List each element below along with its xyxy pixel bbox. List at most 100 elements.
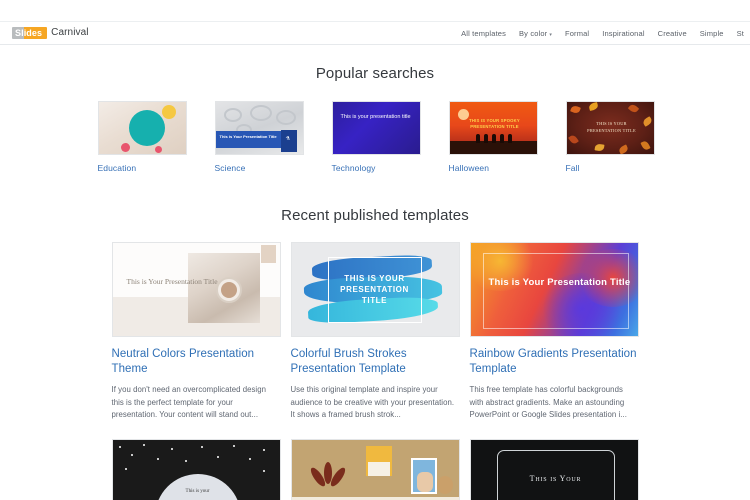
- logo-mark-text: Slides: [15, 28, 43, 38]
- nav-item-creative[interactable]: Creative: [658, 29, 687, 38]
- confetti-speck: [262, 448, 265, 451]
- figure-silhouette: [499, 134, 504, 143]
- popular-label-technology[interactable]: Technology: [332, 163, 421, 173]
- confetti-speck: [216, 455, 219, 458]
- confetti-speck: [130, 453, 133, 456]
- nav-item-all-templates[interactable]: All templates: [461, 29, 506, 38]
- thumbnail-caption: THIS IS YOUR PRESENTATION TITLE: [587, 121, 636, 133]
- science-accent-square: ⚗: [280, 130, 297, 152]
- science-title-band: This is Your Presentation Title: [215, 131, 282, 148]
- template-title-colorful-brush-strokes[interactable]: Colorful Brush Strokes Presentation Temp…: [291, 347, 460, 377]
- page-content: Popular searches This is your presentati…: [0, 45, 750, 500]
- decor-blob: [223, 108, 242, 122]
- template-description-colorful-brush-strokes: Use this original template and inspire y…: [290, 385, 455, 419]
- popular-card-halloween[interactable]: THIS IS YOUR SPOOKY PRESENTATION TITLE H…: [448, 101, 538, 173]
- thumbnail-caption: This is Your: [529, 473, 582, 483]
- thumbnail-caption: This is Your Presentation Title: [488, 277, 631, 288]
- logo-wordmark: Carnival: [51, 27, 89, 38]
- decor-circle-red: [120, 143, 130, 152]
- template-card-rainbow-gradients[interactable]: This is Your Presentation Title Rainbow …: [469, 242, 639, 422]
- nav-item-inspirational[interactable]: Inspirational: [602, 29, 644, 38]
- figure-silhouette: [491, 134, 496, 143]
- hand-illustration: [416, 471, 433, 492]
- top-blank-strip: [0, 0, 750, 21]
- confetti-speck: [262, 469, 265, 472]
- main-navigation: All templates By color ▾ Formal Inspirati…: [461, 29, 744, 38]
- popular-card-fall[interactable]: THIS IS YOUR PRESENTATION TITLE Fall: [565, 101, 655, 173]
- popular-card-education[interactable]: This is your presentation title Educatio…: [97, 101, 187, 173]
- popular-label-halloween[interactable]: Halloween: [449, 163, 538, 173]
- template-thumbnail-desk-partial[interactable]: Presentation: [290, 438, 460, 500]
- decor-blob: [249, 105, 272, 121]
- site-header: Slides Carnival All templates By color ▾ …: [0, 21, 750, 45]
- confetti-speck: [142, 443, 145, 446]
- thumbnail-caption: This is your presentation title: [135, 119, 160, 128]
- figure-silhouette: [507, 134, 512, 143]
- plant-icon: [307, 461, 348, 492]
- template-card-colorful-brush-strokes[interactable]: THIS IS YOUR PRESENTATION TITLE Colorful…: [290, 242, 460, 422]
- confetti-speck: [124, 467, 127, 470]
- leaf-icon: [639, 139, 651, 152]
- template-card-neutral-colors[interactable]: This is Your Presentation Title Neutral …: [111, 242, 281, 422]
- confetti-speck: [248, 457, 251, 460]
- popular-thumbnail-science[interactable]: This is Your Presentation Title ⚗: [214, 101, 304, 155]
- popular-thumbnail-halloween[interactable]: THIS IS YOUR SPOOKY PRESENTATION TITLE: [448, 101, 538, 155]
- popular-label-fall[interactable]: Fall: [566, 163, 655, 173]
- leaf-icon: [617, 144, 629, 154]
- figure-silhouette: [475, 134, 480, 143]
- template-thumbnail-colorful-brush-strokes[interactable]: THIS IS YOUR PRESENTATION TITLE: [290, 242, 460, 337]
- thumbnail-caption: This is Your Presentation Title: [219, 134, 277, 139]
- thumbnail-caption: This is your: [185, 488, 210, 494]
- coffee-liquid: [220, 282, 237, 298]
- confetti-speck: [200, 445, 203, 448]
- recent-templates-heading: Recent published templates: [281, 207, 469, 224]
- thumbnail-caption: This is Your Presentation Title: [126, 277, 218, 286]
- confetti-speck: [156, 457, 159, 460]
- note-paper: [367, 461, 390, 476]
- nav-item-by-color[interactable]: By color ▾: [519, 29, 552, 38]
- template-thumbnail-rainbow-gradients[interactable]: This is Your Presentation Title: [469, 242, 639, 337]
- template-thumbnail-neutral-colors[interactable]: This is Your Presentation Title: [111, 242, 281, 337]
- popular-label-education[interactable]: Education: [98, 163, 187, 173]
- confetti-speck: [170, 447, 173, 450]
- thumbnail-frame: [482, 253, 629, 329]
- leaf-icon: [569, 104, 581, 115]
- pinecone-icon: [436, 475, 453, 494]
- figure-silhouette: [483, 134, 488, 143]
- template-thumbnail-chalkboard-partial[interactable]: This is Your: [469, 438, 639, 500]
- confetti-speck: [184, 459, 187, 462]
- nav-item-by-color-label: By color: [519, 28, 548, 38]
- confetti-speck: [118, 445, 121, 448]
- leaf-icon: [567, 133, 579, 146]
- template-thumbnail-confetti-partial[interactable]: This is your: [111, 438, 281, 500]
- thumbnail-caption: THIS IS YOUR PRESENTATION TITLE: [340, 274, 409, 305]
- confetti-speck: [232, 444, 235, 447]
- nav-item-formal[interactable]: Formal: [565, 29, 589, 38]
- site-logo[interactable]: Slides Carnival: [12, 27, 89, 40]
- decor-circle-yellow: [161, 105, 176, 119]
- popular-thumbnail-fall[interactable]: THIS IS YOUR PRESENTATION TITLE: [565, 101, 655, 155]
- recent-templates-row: This is Your Presentation Title Neutral …: [0, 242, 750, 422]
- leaf-icon: [587, 102, 599, 112]
- leaf-icon: [593, 143, 605, 152]
- chevron-down-icon: ▾: [549, 31, 552, 38]
- template-title-rainbow-gradients[interactable]: Rainbow Gradients Presentation Template: [470, 347, 639, 377]
- template-title-neutral-colors[interactable]: Neutral Colors Presentation Theme: [112, 347, 281, 377]
- decor-circle-red-small: [154, 146, 162, 153]
- logo-mark: Slides: [12, 27, 48, 39]
- nav-item-simple[interactable]: Simple: [700, 29, 724, 38]
- leaf-icon: [641, 116, 653, 127]
- popular-searches-row: This is your presentation title Educatio…: [0, 101, 750, 173]
- popular-card-science[interactable]: This is Your Presentation Title ⚗ Scienc…: [214, 101, 304, 173]
- thumbnail-caption: THIS IS YOUR SPOOKY PRESENTATION TITLE: [469, 118, 520, 129]
- neutral-corner-tab: [260, 245, 276, 263]
- nav-item-style-truncated[interactable]: St: [737, 29, 744, 38]
- popular-card-technology[interactable]: This is your presentation title Technolo…: [331, 101, 421, 173]
- popular-searches-heading: Popular searches: [315, 65, 435, 82]
- popular-thumbnail-education[interactable]: This is your presentation title: [97, 101, 187, 155]
- popular-thumbnail-technology[interactable]: This is your presentation title: [331, 101, 421, 155]
- flask-icon: ⚗: [285, 136, 290, 142]
- popular-label-science[interactable]: Science: [215, 163, 304, 173]
- recent-templates-row-partial: This is your Presentation This is Your: [0, 438, 750, 500]
- template-description-rainbow-gradients: This free template has colorful backgrou…: [469, 385, 627, 419]
